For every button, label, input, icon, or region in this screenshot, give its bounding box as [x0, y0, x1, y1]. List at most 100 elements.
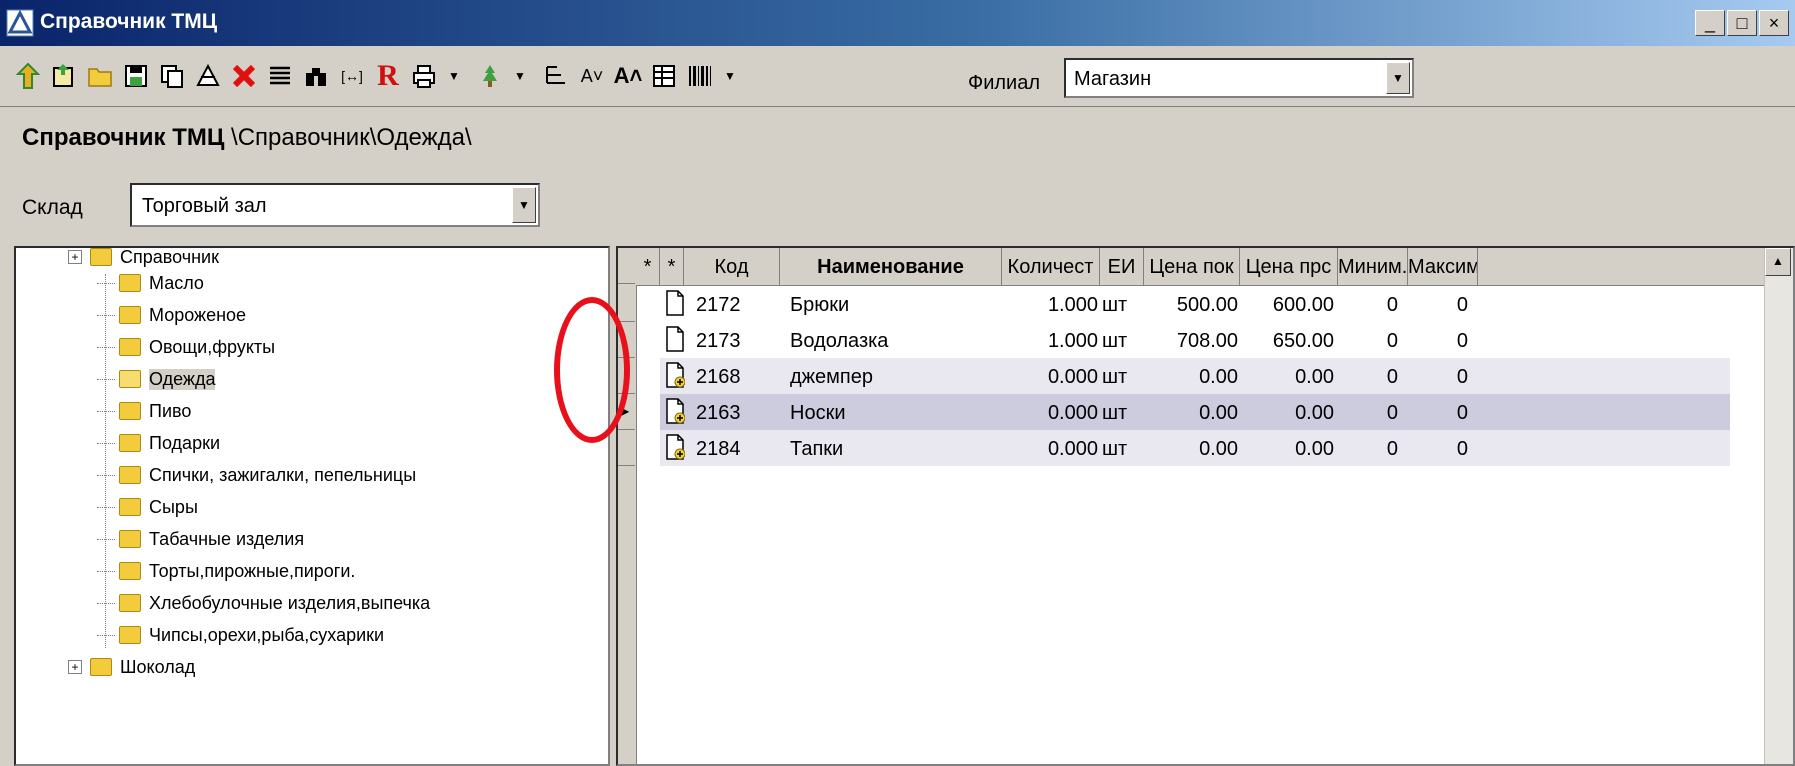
tree-item-oil[interactable]: Масло	[97, 268, 204, 298]
table-row[interactable]: 2168 джемпер 0.000 шт 0.00 0.00 0 0	[660, 358, 1730, 394]
font-larger-icon[interactable]: A˄	[614, 62, 643, 90]
r-icon[interactable]: R	[374, 59, 402, 92]
cell-unit: шт	[1102, 330, 1128, 352]
column-header-min[interactable]: Миним.	[1338, 248, 1408, 286]
cell-name: Носки	[790, 402, 846, 424]
tree-item-label: Табачные изделия	[149, 528, 305, 549]
print-icon[interactable]	[410, 62, 438, 90]
tree-item-beer[interactable]: Пиво	[97, 396, 191, 426]
vertical-scrollbar[interactable]: ▲	[1764, 248, 1793, 764]
table-row-current[interactable]: 2163 Носки 0.000 шт 0.00 0.00 0 0	[660, 394, 1730, 430]
folder-icon	[119, 562, 141, 580]
table-row[interactable]: 2184 Тапки 0.000 шт 0.00 0.00 0 0	[660, 430, 1730, 466]
delete-icon[interactable]	[230, 62, 258, 90]
cell-code: 2173	[696, 330, 741, 352]
column-header-mark1[interactable]: *	[636, 248, 660, 286]
minimize-button[interactable]: _	[1695, 10, 1725, 36]
folder-icon	[119, 306, 141, 324]
barcode-dropdown-icon[interactable]: ▼	[716, 62, 744, 90]
tree-item-matches[interactable]: Спички, зажигалки, пепельницы	[97, 460, 416, 490]
tree-item-cheese[interactable]: Сыры	[97, 492, 198, 522]
expand-plus-icon[interactable]: +	[68, 250, 82, 264]
cell-min: 0	[1386, 402, 1398, 424]
tree-icon[interactable]	[476, 62, 504, 90]
cell-max: 0	[1456, 294, 1468, 316]
breadcrumb-path: \Справочник\Одежда\	[224, 124, 472, 151]
cell-quantity: 1.000	[1047, 294, 1098, 316]
cell-buy-price: 500.00	[1176, 294, 1238, 316]
cell-code: 2168	[696, 366, 741, 388]
cell-min: 0	[1386, 366, 1398, 388]
column-header-filler	[1478, 248, 1780, 286]
tree-item-label: Овощи,фрукты	[149, 336, 276, 357]
chevron-down-icon[interactable]: ▼	[1386, 62, 1410, 94]
cell-name: джемпер	[790, 366, 873, 388]
column-header-buy-price[interactable]: Цена пок	[1144, 248, 1240, 286]
column-header-name[interactable]: Наименование	[780, 248, 1002, 286]
tree-item-icecream[interactable]: Мороженое	[97, 300, 246, 330]
folder-icon[interactable]	[86, 62, 114, 90]
tree-item-clothing[interactable]: Одежда	[97, 364, 216, 394]
cell-unit: шт	[1102, 294, 1128, 316]
tree-item-label: Чипсы,орехи,рыба,сухарики	[149, 624, 385, 645]
tree-item-label: Подарки	[149, 432, 221, 453]
barcode-icon[interactable]	[686, 62, 714, 90]
scroll-up-icon[interactable]: ▲	[1765, 248, 1791, 276]
column-header-quantity[interactable]: Количест	[1002, 248, 1100, 286]
table-row[interactable]: 2173 Водолазка 1.000 шт 708.00 650.00 0 …	[660, 322, 1730, 358]
new-folder-icon[interactable]	[50, 62, 78, 90]
warehouse-select[interactable]: Торговый зал ▼	[130, 183, 540, 227]
open-folder-icon	[119, 370, 141, 388]
expand-plus-icon[interactable]: +	[68, 660, 82, 674]
column-header-max[interactable]: Максим	[1408, 248, 1478, 286]
cell-buy-price: 0.00	[1199, 438, 1238, 460]
chevron-down-icon[interactable]: ▼	[512, 187, 536, 223]
tree-item-label: Торты,пирожные,пироги.	[149, 560, 356, 581]
cell-sell-price: 0.00	[1295, 366, 1334, 388]
close-button[interactable]: ×	[1759, 10, 1789, 36]
table-icon[interactable]	[650, 62, 678, 90]
cell-min: 0	[1386, 330, 1398, 352]
tree-dropdown-icon[interactable]: ▼	[506, 62, 534, 90]
items-grid: ▶ * * Код Наименование Количест ЕИ Цена …	[616, 246, 1795, 766]
brackets-icon[interactable]: [↔]	[338, 62, 366, 90]
document-new-icon	[666, 434, 685, 460]
cell-min: 0	[1386, 438, 1398, 460]
save-icon[interactable]	[122, 62, 150, 90]
column-header-code[interactable]: Код	[684, 248, 780, 286]
print-dropdown-icon[interactable]: ▼	[440, 62, 468, 90]
column-header-unit[interactable]: ЕИ	[1100, 248, 1144, 286]
cell-quantity: 0.000	[1047, 366, 1098, 388]
cell-name: Водолазка	[790, 330, 889, 352]
table-row[interactable]: 2172 Брюки 1.000 шт 500.00 600.00 0 0	[660, 286, 1730, 322]
tree-item-label: Одежда	[149, 368, 216, 390]
tree-item-gifts[interactable]: Подарки	[97, 428, 220, 458]
tree-item-chocolate[interactable]: + Шоколад	[68, 652, 195, 682]
cell-max: 0	[1456, 438, 1468, 460]
document-new-icon	[666, 398, 685, 424]
category-tree: + Справочник Масло Мороженое Овощи,фрукт…	[14, 246, 610, 766]
tree-item-cakes[interactable]: Торты,пирожные,пироги.	[97, 556, 355, 586]
tree-item-bakery[interactable]: Хлебобулочные изделия,выпечка	[97, 588, 430, 618]
app-logo-icon	[6, 9, 34, 37]
branch-select[interactable]: Магазин ▼	[1064, 58, 1414, 98]
tree-item-vegetables[interactable]: Овощи,фрукты	[97, 332, 275, 362]
folder-icon	[119, 498, 141, 516]
tree-item-label: Спички, зажигалки, пепельницы	[149, 464, 417, 485]
folder-icon	[119, 402, 141, 420]
maximize-button[interactable]: □	[1727, 10, 1757, 36]
column-header-mark2[interactable]: *	[660, 248, 684, 286]
up-arrow-icon[interactable]	[14, 62, 42, 90]
edit-icon[interactable]	[194, 62, 222, 90]
column-header-sell-price[interactable]: Цена прс	[1240, 248, 1338, 286]
warehouse-select-value: Торговый зал	[142, 195, 267, 217]
tree-item-tobacco[interactable]: Табачные изделия	[97, 524, 304, 554]
copy-icon[interactable]	[158, 62, 186, 90]
font-smaller-icon[interactable]: A˅	[578, 62, 606, 90]
hierarchy-icon[interactable]	[542, 62, 570, 90]
tree-item-chips[interactable]: Чипсы,орехи,рыба,сухарики	[97, 620, 384, 650]
cell-unit: шт	[1102, 438, 1128, 460]
list-icon[interactable]	[266, 62, 294, 90]
folder-icon	[119, 466, 141, 484]
binoculars-icon[interactable]	[302, 62, 330, 90]
